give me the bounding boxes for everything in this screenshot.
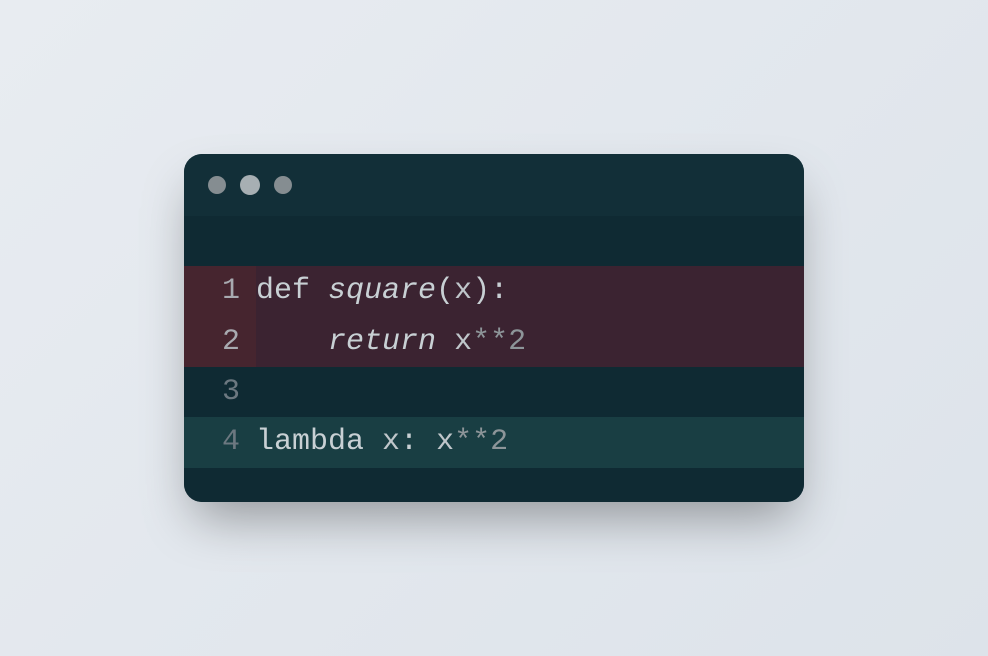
- line-number: 2: [184, 317, 256, 367]
- line-number: 4: [184, 417, 256, 467]
- code-token: lambda: [256, 425, 382, 459]
- code-token: 2: [490, 425, 508, 459]
- maximize-icon[interactable]: [274, 176, 292, 194]
- line-number: 1: [184, 266, 256, 316]
- code-token: x: [454, 274, 472, 308]
- code-token: [436, 325, 454, 359]
- code-token: ): [472, 274, 490, 308]
- code-line: 1def square(x):: [184, 266, 804, 316]
- close-icon[interactable]: [208, 176, 226, 194]
- code-line: 4lambda x: x**2: [184, 417, 804, 467]
- code-token: x: [436, 425, 454, 459]
- code-content: return x**2: [256, 317, 804, 367]
- code-token: :: [400, 425, 436, 459]
- line-number: 3: [184, 367, 256, 417]
- code-content: lambda x: x**2: [256, 417, 804, 467]
- window-titlebar: [184, 154, 804, 216]
- code-line: 2 return x**2: [184, 317, 804, 367]
- editor-bottom-spacer: [184, 468, 804, 502]
- code-token: [256, 325, 328, 359]
- code-token: (: [436, 274, 454, 308]
- code-token: return: [328, 325, 436, 359]
- code-token: 2: [508, 325, 526, 359]
- code-token: x: [454, 325, 472, 359]
- code-window: 1def square(x):2 return x**234lambda x: …: [184, 154, 804, 502]
- code-token: **: [454, 425, 490, 459]
- code-body: 1def square(x):2 return x**234lambda x: …: [184, 266, 804, 468]
- code-token: :: [490, 274, 508, 308]
- code-token: square: [328, 274, 436, 308]
- code-token: x: [382, 425, 400, 459]
- code-content: def square(x):: [256, 266, 804, 316]
- editor-top-spacer: [184, 216, 804, 266]
- code-line: 3: [184, 367, 804, 417]
- minimize-icon[interactable]: [240, 175, 260, 195]
- code-token: **: [472, 325, 508, 359]
- code-token: def: [256, 274, 328, 308]
